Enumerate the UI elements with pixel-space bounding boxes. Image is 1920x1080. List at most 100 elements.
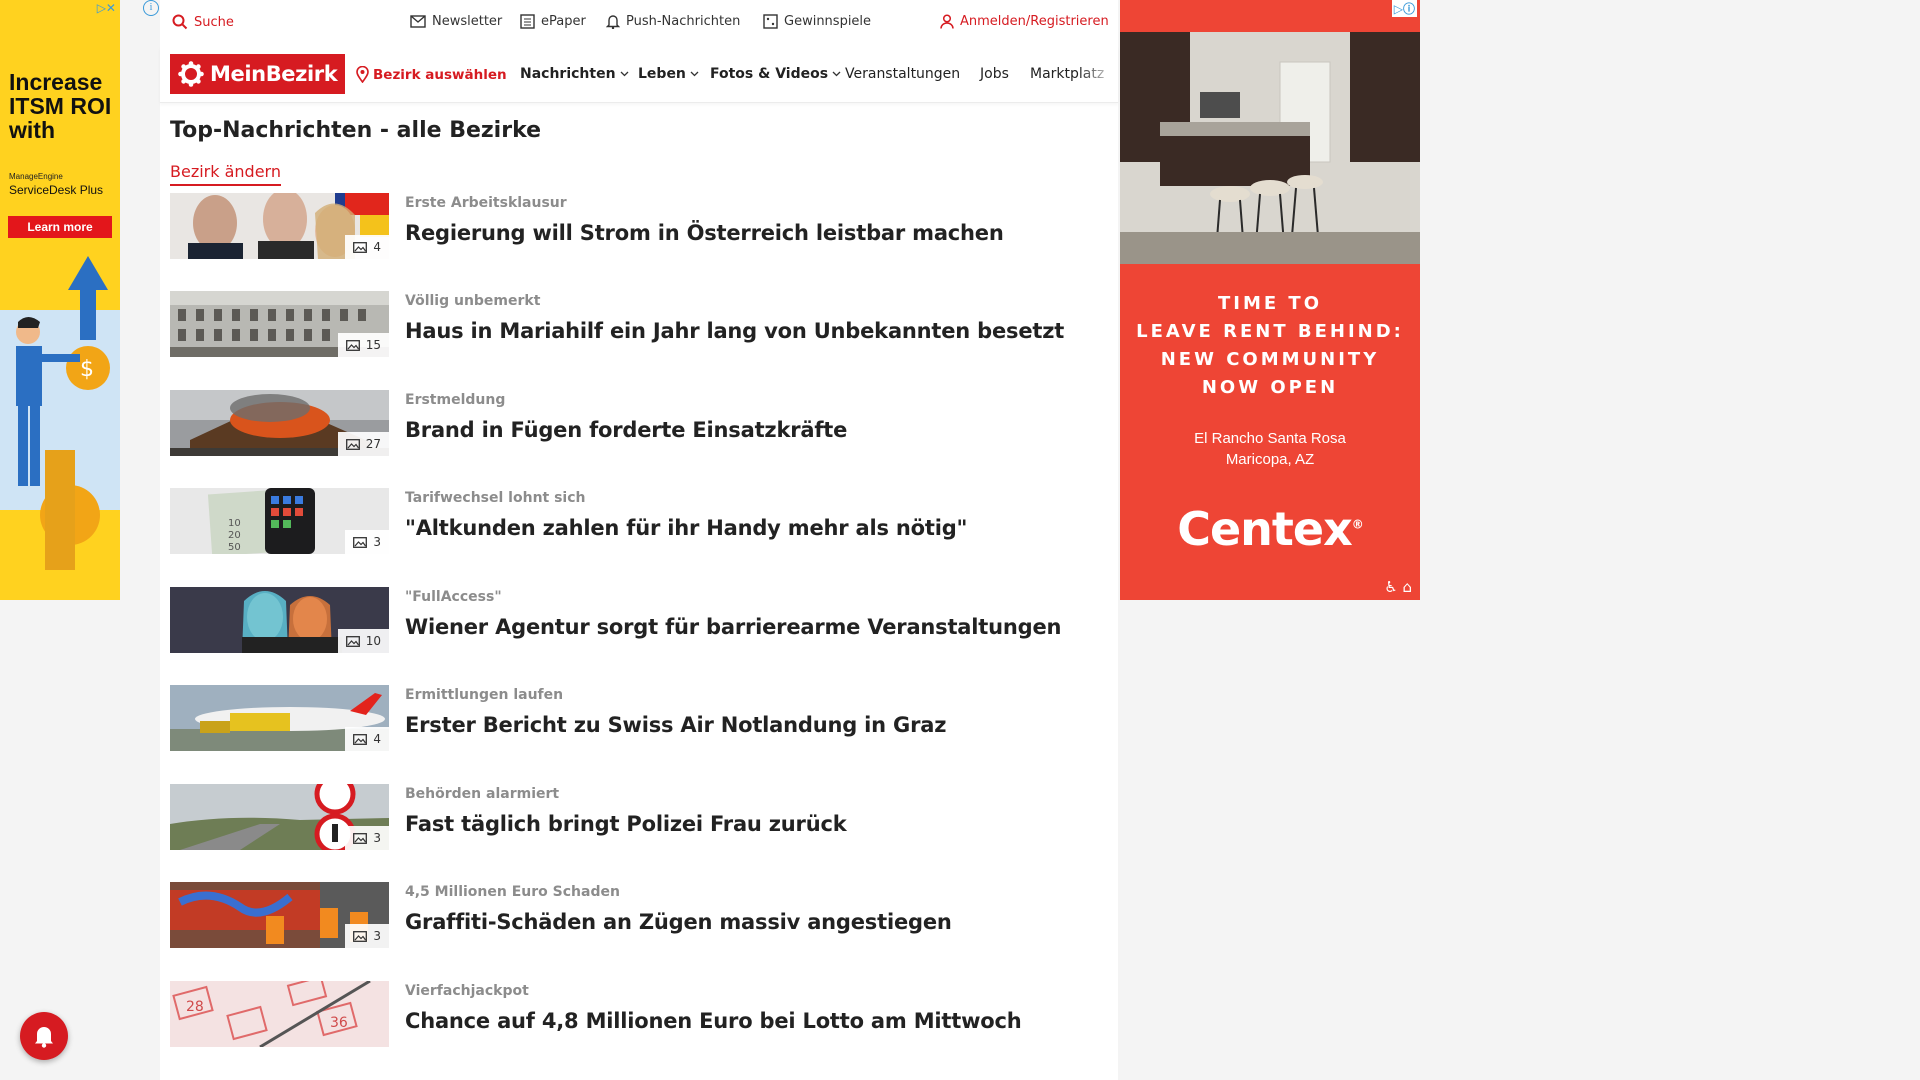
article-title[interactable]: Fast täglich bringt Polizei Frau zurück [405,812,847,836]
article-thumbnail[interactable]: 10 20 50 3 [170,488,389,554]
ad-learn-more-button[interactable]: Learn more [8,216,112,238]
nav-nachrichten-label: Nachrichten [520,66,616,82]
search-label: Suche [194,14,234,30]
chevron-down-icon [690,71,699,77]
article-kicker: Vierfachjackpot [405,983,529,999]
adchoices-icon[interactable]: ▷ⓘ [1391,0,1417,17]
newsletter-link[interactable]: Newsletter [410,14,502,29]
gallery-icon [353,930,368,942]
gallery-icon [345,438,360,450]
ad-location-line: Maricopa, AZ [1225,451,1315,468]
article-kicker: Erste Arbeitsklausur [405,195,567,211]
article-title[interactable]: Haus in Mariahilf ein Jahr lang von Unbe… [405,319,1064,343]
bell-icon [606,15,620,29]
nav-nachrichten[interactable]: Nachrichten [520,66,629,82]
mail-icon [410,15,426,28]
article-title[interactable]: Wiener Agentur sorgt für barrierearme Ve… [405,615,1061,639]
article-title[interactable]: Regierung will Strom in Österreich leist… [405,221,1004,245]
top-bar: Suche Newsletter ePaper Push-Nachrichten… [160,0,1118,46]
article-item[interactable]: 10 20 50 3 Tarifwechsel lohnt sich "Altk… [170,488,1110,556]
photo-count-badge: 10 [337,629,389,653]
photo-count: 4 [373,240,381,254]
main-nav: MeinBezirk Bezirk auswählen Nachrichten … [160,46,1118,103]
district-select[interactable]: Bezirk auswählen [356,66,507,83]
gallery-icon [353,241,368,253]
photo-count-badge: 15 [337,333,389,357]
article-item[interactable]: 4 Erste Arbeitsklausur Regierung will St… [170,193,1110,261]
page-title: Top-Nachrichten - alle Bezirke [170,118,542,143]
ad-tagline-line: NEW COMMUNITY [1160,349,1380,370]
photo-count-badge: 3 [345,530,389,554]
photo-count-badge: 27 [337,432,389,456]
article-kicker: "FullAccess" [405,589,502,605]
notification-bell-button[interactable] [20,1012,68,1060]
article-title[interactable]: Erster Bericht zu Swiss Air Notlandung i… [405,713,946,737]
article-title[interactable]: Graffiti-Schäden an Zügen massiv angesti… [405,910,952,934]
article-image: 28 36 [170,981,389,1047]
svg-text:50: 50 [228,542,241,553]
nav-jobs-label: Jobs [980,66,1009,82]
article-thumbnail[interactable]: 28 36 [170,981,389,1047]
article-item[interactable]: 3 Behörden alarmiert Fast täglich bringt… [170,784,1110,852]
chevron-down-icon [832,71,841,77]
logo-mark-icon [178,61,204,87]
article-item[interactable]: 4 Ermittlungen laufen Erster Bericht zu … [170,685,1110,753]
article-item[interactable]: 3 4,5 Millionen Euro Schaden Graffiti-Sc… [170,882,1110,950]
article-title[interactable]: Chance auf 4,8 Millionen Euro bei Lotto … [405,1009,1022,1033]
ad-left-skyscraper[interactable]: ▷✕ Increase ITSM ROI with ManageEngine S… [0,0,120,600]
article-item[interactable]: 28 36 Vierfachjackpot Chance auf 4,8 Mil… [170,981,1110,1049]
ad-headline: Increase ITSM ROI with [9,69,112,143]
article-title[interactable]: "Altkunden zahlen für ihr Handy mehr als… [405,516,967,540]
svg-text:10: 10 [228,518,241,529]
ad-brand-text: Centex [1177,502,1353,556]
gewinnspiele-link[interactable]: Gewinnspiele [763,14,871,29]
article-thumbnail[interactable]: 27 [170,390,389,456]
article-kicker: Völlig unbemerkt [405,293,541,309]
login-link[interactable]: Anmelden/Registrieren [940,14,1109,29]
epaper-link[interactable]: ePaper [520,14,586,29]
ad-brand-logo: Centex® [1120,502,1420,556]
photo-count: 4 [373,732,381,746]
article-item[interactable]: 15 Völlig unbemerkt Haus in Mariahilf ei… [170,291,1110,359]
ad-tagline-line: NOW OPEN [1201,377,1339,398]
adchoices-icon[interactable]: ▷✕ [97,1,116,15]
article-title[interactable]: Brand in Fügen forderte Einsatzkräfte [405,418,847,442]
chevron-down-icon [620,71,629,77]
gewinnspiele-label: Gewinnspiele [784,14,872,29]
photo-count: 27 [365,437,381,451]
search-link[interactable]: Suche [172,14,234,30]
photo-count: 15 [365,338,381,352]
article-thumbnail[interactable]: 3 [170,784,389,850]
gallery-icon [353,832,368,844]
gallery-icon [345,635,360,647]
ad-illustration: $ $ [0,250,120,600]
main-column: Suche Newsletter ePaper Push-Nachrichten… [160,0,1118,1080]
nav-leben[interactable]: Leben [638,66,699,82]
article-thumbnail[interactable]: 15 [170,291,389,357]
district-label: Bezirk auswählen [373,66,507,83]
push-link[interactable]: Push-Nachrichten [606,14,740,29]
article-item[interactable]: 10 "FullAccess" Wiener Agentur sorgt für… [170,587,1110,655]
article-thumbnail[interactable]: 4 [170,685,389,751]
svg-text:28: 28 [186,999,204,1015]
nav-veranstaltungen-label: Veranstaltungen [845,66,961,82]
nav-fotos-videos[interactable]: Fotos & Videos [710,66,841,82]
svg-text:$: $ [80,357,94,382]
article-item[interactable]: 27 Erstmeldung Brand in Fügen forderte E… [170,390,1110,458]
logo[interactable]: MeinBezirk [170,54,345,94]
nav-jobs[interactable]: Jobs [980,66,1009,82]
photo-count-badge: 3 [345,826,389,850]
nav-leben-label: Leben [638,66,686,82]
article-thumbnail[interactable]: 10 [170,587,389,653]
article-thumbnail[interactable]: 3 [170,882,389,948]
ad-tagline-line: TIME TO [1217,293,1323,314]
ad-right-banner[interactable]: ▷ⓘ TIME TO LEAVE RENT BEHIND: NEW COMMUN… [1120,0,1420,600]
nav-veranstaltungen[interactable]: Veranstaltungen [845,66,960,82]
ad-info-icon[interactable]: i [143,0,159,16]
change-district-link[interactable]: Bezirk ändern [170,162,281,186]
photo-count: 10 [365,634,381,648]
photo-count: 3 [373,929,381,943]
gallery-icon [353,733,368,745]
article-thumbnail[interactable]: 4 [170,193,389,259]
user-icon [940,14,954,29]
